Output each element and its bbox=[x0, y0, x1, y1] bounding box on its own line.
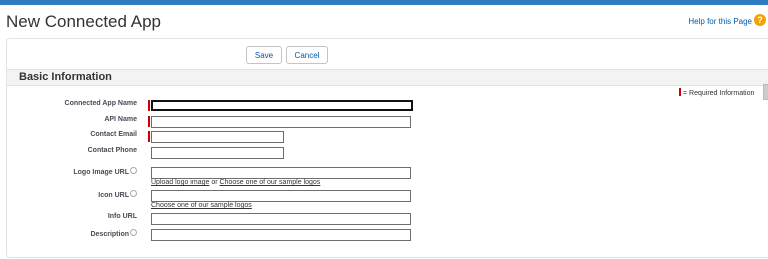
api-name-label: API Name bbox=[104, 116, 137, 123]
contact-email-input[interactable] bbox=[151, 131, 284, 143]
api-name-input[interactable] bbox=[151, 116, 411, 128]
logo-image-url-label: Logo Image URL bbox=[0, 167, 137, 176]
save-button[interactable]: Save bbox=[246, 46, 282, 64]
contact-phone-label: Contact Phone bbox=[87, 147, 137, 154]
info-icon[interactable] bbox=[130, 190, 137, 197]
info-url-input[interactable] bbox=[151, 213, 411, 225]
icon-links: Choose one of our sample logos bbox=[151, 202, 252, 209]
icon-url-input[interactable] bbox=[151, 190, 411, 202]
contact-email-label: Contact Email bbox=[90, 131, 137, 138]
info-url-label: Info URL bbox=[107, 213, 137, 220]
cancel-button[interactable]: Cancel bbox=[286, 46, 328, 64]
description-label: Description bbox=[0, 229, 137, 238]
connected-app-name-label: Connected App Name bbox=[64, 100, 137, 107]
logo-image-url-input[interactable] bbox=[151, 167, 411, 179]
connected-app-name-input[interactable] bbox=[151, 100, 413, 111]
collapse-handle[interactable] bbox=[763, 84, 768, 100]
description-input[interactable] bbox=[151, 229, 411, 241]
info-icon[interactable] bbox=[130, 167, 137, 174]
choose-sample-icon-link[interactable]: Choose one of our sample logos bbox=[151, 202, 252, 209]
required-indicator-icon bbox=[679, 88, 681, 96]
info-icon[interactable] bbox=[130, 229, 137, 236]
top-banner-strip bbox=[0, 0, 768, 5]
page-title: New Connected App bbox=[6, 12, 161, 31]
icon-url-label: Icon URL bbox=[0, 190, 137, 199]
description-label-text: Description bbox=[90, 231, 129, 238]
upload-logo-link[interactable]: Upload logo image bbox=[151, 179, 209, 186]
section-title: Basic Information bbox=[19, 71, 112, 83]
required-indicator-icon bbox=[148, 131, 150, 142]
required-legend: = Required Information bbox=[679, 88, 754, 97]
required-indicator-icon bbox=[148, 116, 150, 127]
icon-url-label-text: Icon URL bbox=[98, 192, 129, 199]
section-header: Basic Information bbox=[7, 69, 768, 86]
contact-phone-input[interactable] bbox=[151, 147, 284, 159]
required-indicator-icon bbox=[148, 100, 150, 111]
logo-links: Upload logo image or Choose one of our s… bbox=[151, 179, 320, 186]
choose-sample-logo-link[interactable]: Choose one of our sample logos bbox=[220, 179, 321, 186]
logo-image-url-label-text: Logo Image URL bbox=[73, 169, 129, 176]
help-link[interactable]: Help for this Page bbox=[688, 17, 752, 26]
or-text: or bbox=[211, 179, 218, 186]
required-legend-text: = Required Information bbox=[683, 90, 755, 97]
help-icon[interactable]: ? bbox=[754, 14, 766, 26]
